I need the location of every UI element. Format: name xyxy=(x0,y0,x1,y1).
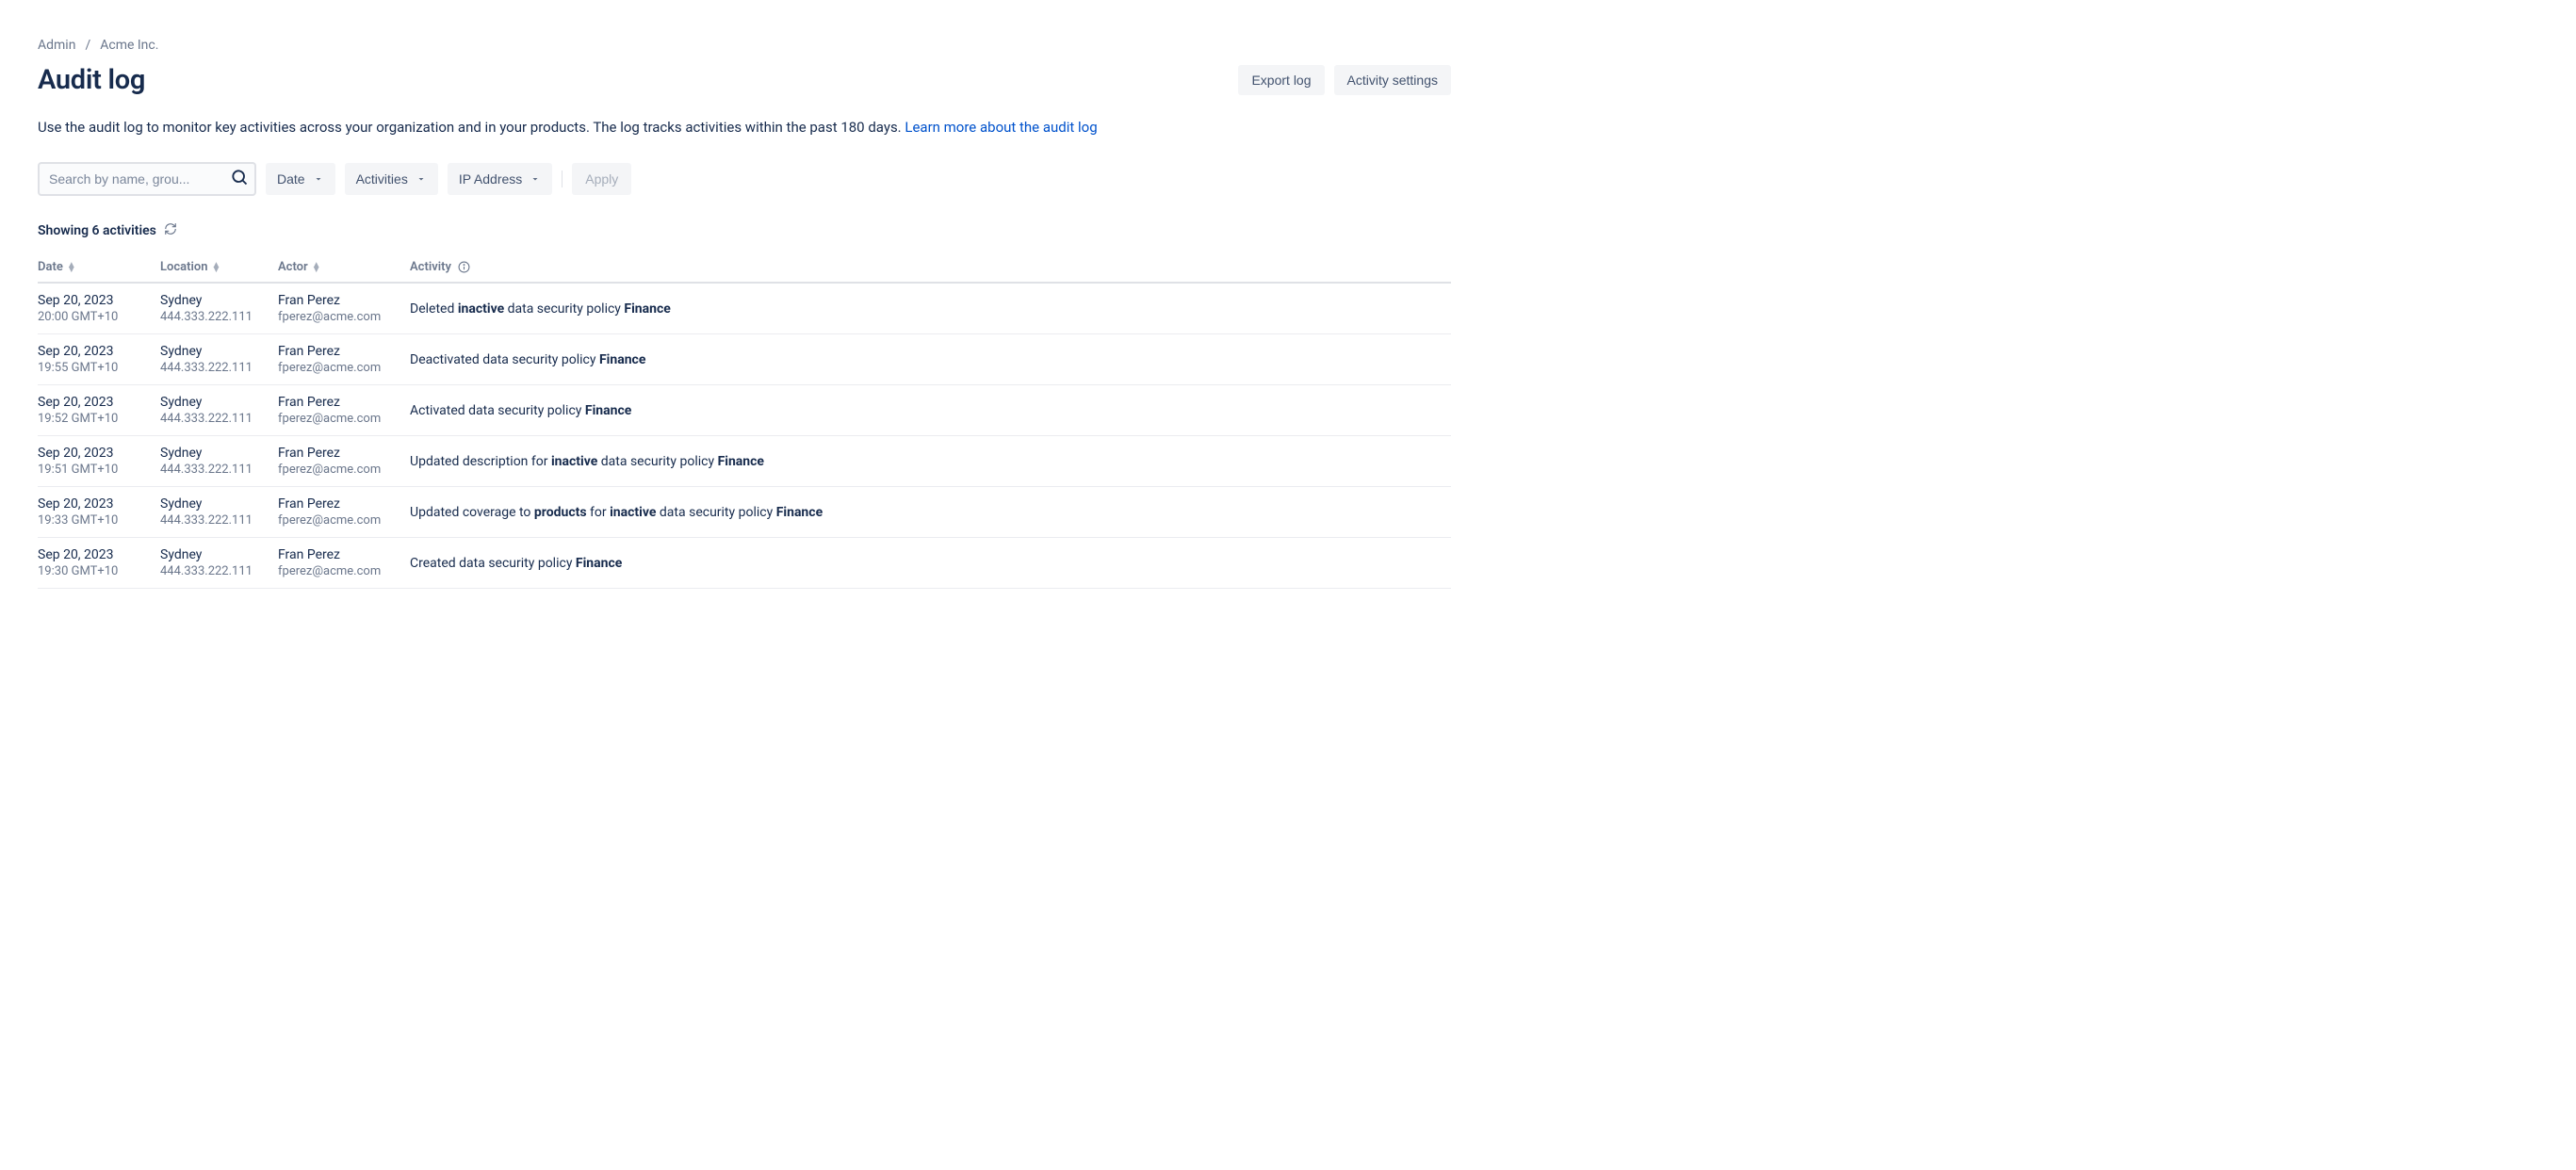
export-log-button[interactable]: Export log xyxy=(1238,65,1324,95)
row-city: Sydney xyxy=(160,446,267,461)
breadcrumb-admin[interactable]: Admin xyxy=(38,38,75,53)
row-date: Sep 20, 2023 xyxy=(38,344,149,359)
row-activity: Deactivated data security policy Finance xyxy=(410,352,1440,367)
audit-table: Date▲▼ Location▲▼ Actor▲▼ Activity Sep 2… xyxy=(38,252,1451,589)
row-date: Sep 20, 2023 xyxy=(38,547,149,562)
column-activity: Activity xyxy=(410,252,1451,283)
row-email: fperez@acme.com xyxy=(278,310,399,324)
row-activity: Activated data security policy Finance xyxy=(410,403,1440,418)
chevron-down-icon xyxy=(416,173,427,185)
row-ip: 444.333.222.111 xyxy=(160,463,267,477)
refresh-icon[interactable] xyxy=(164,222,177,239)
row-time: 19:55 GMT+10 xyxy=(38,361,149,375)
column-date[interactable]: Date▲▼ xyxy=(38,252,160,283)
breadcrumb-separator: / xyxy=(85,38,90,53)
row-city: Sydney xyxy=(160,344,267,359)
row-time: 19:51 GMT+10 xyxy=(38,463,149,477)
activity-settings-button[interactable]: Activity settings xyxy=(1334,65,1451,95)
row-actor: Fran Perez xyxy=(278,547,399,562)
row-activity: Deleted inactive data security policy Fi… xyxy=(410,301,1440,317)
table-row[interactable]: Sep 20, 2023 19:55 GMT+10 Sydney 444.333.22… xyxy=(38,334,1451,385)
search-input[interactable] xyxy=(38,162,256,196)
row-actor: Fran Perez xyxy=(278,293,399,308)
apply-button[interactable]: Apply xyxy=(572,163,631,195)
row-city: Sydney xyxy=(160,547,267,562)
row-activity: Updated description for inactive data se… xyxy=(410,454,1440,469)
row-time: 19:52 GMT+10 xyxy=(38,412,149,426)
ip-address-filter[interactable]: IP Address xyxy=(448,163,552,195)
column-location[interactable]: Location▲▼ xyxy=(160,252,278,283)
sort-icon: ▲▼ xyxy=(67,263,76,272)
row-email: fperez@acme.com xyxy=(278,463,399,477)
table-row[interactable]: Sep 20, 2023 20:00 GMT+10 Sydney 444.333.22… xyxy=(38,283,1451,334)
sort-icon: ▲▼ xyxy=(312,263,321,272)
breadcrumb: Admin / Acme Inc. xyxy=(38,38,1451,53)
row-ip: 444.333.222.111 xyxy=(160,513,267,528)
row-date: Sep 20, 2023 xyxy=(38,496,149,512)
sort-icon: ▲▼ xyxy=(212,263,221,272)
row-ip: 444.333.222.111 xyxy=(160,412,267,426)
row-time: 20:00 GMT+10 xyxy=(38,310,149,324)
filter-bar: Date Activities IP Address Apply xyxy=(38,162,1451,196)
row-email: fperez@acme.com xyxy=(278,361,399,375)
table-row[interactable]: Sep 20, 2023 19:51 GMT+10 Sydney 444.333.22… xyxy=(38,436,1451,487)
row-date: Sep 20, 2023 xyxy=(38,293,149,308)
row-time: 19:33 GMT+10 xyxy=(38,513,149,528)
row-ip: 444.333.222.111 xyxy=(160,564,267,578)
row-ip: 444.333.222.111 xyxy=(160,361,267,375)
table-row[interactable]: Sep 20, 2023 19:30 GMT+10 Sydney 444.333.22… xyxy=(38,538,1451,589)
row-ip: 444.333.222.111 xyxy=(160,310,267,324)
row-city: Sydney xyxy=(160,496,267,512)
column-actor[interactable]: Actor▲▼ xyxy=(278,252,410,283)
row-city: Sydney xyxy=(160,395,267,410)
breadcrumb-org[interactable]: Acme Inc. xyxy=(100,38,158,53)
table-row[interactable]: Sep 20, 2023 19:52 GMT+10 Sydney 444.333.22… xyxy=(38,385,1451,436)
row-actor: Fran Perez xyxy=(278,395,399,410)
table-row[interactable]: Sep 20, 202319:33 GMT+10 Sydney444.333.22… xyxy=(38,487,1451,538)
row-time: 19:30 GMT+10 xyxy=(38,564,149,578)
info-icon[interactable] xyxy=(458,261,470,273)
row-activity: Updated coverage to products for inactiv… xyxy=(410,505,1440,520)
row-actor: Fran Perez xyxy=(278,446,399,461)
learn-more-link[interactable]: Learn more about the audit log xyxy=(905,119,1097,136)
intro-text: Use the audit log to monitor key activit… xyxy=(38,119,1451,136)
row-date: Sep 20, 2023 xyxy=(38,446,149,461)
page-title: Audit log xyxy=(38,64,145,96)
row-email: fperez@acme.com xyxy=(278,513,399,528)
row-city: Sydney xyxy=(160,293,267,308)
row-actor: Fran Perez xyxy=(278,496,399,512)
row-date: Sep 20, 2023 xyxy=(38,395,149,410)
date-filter[interactable]: Date xyxy=(266,163,335,195)
chevron-down-icon xyxy=(530,173,541,185)
search-icon[interactable] xyxy=(230,168,249,190)
chevron-down-icon xyxy=(313,173,324,185)
activities-filter[interactable]: Activities xyxy=(345,163,438,195)
row-actor: Fran Perez xyxy=(278,344,399,359)
results-summary: Showing 6 activities xyxy=(38,222,1451,239)
row-email: fperez@acme.com xyxy=(278,564,399,578)
row-email: fperez@acme.com xyxy=(278,412,399,426)
row-activity: Created data security policy Finance xyxy=(410,556,1440,571)
